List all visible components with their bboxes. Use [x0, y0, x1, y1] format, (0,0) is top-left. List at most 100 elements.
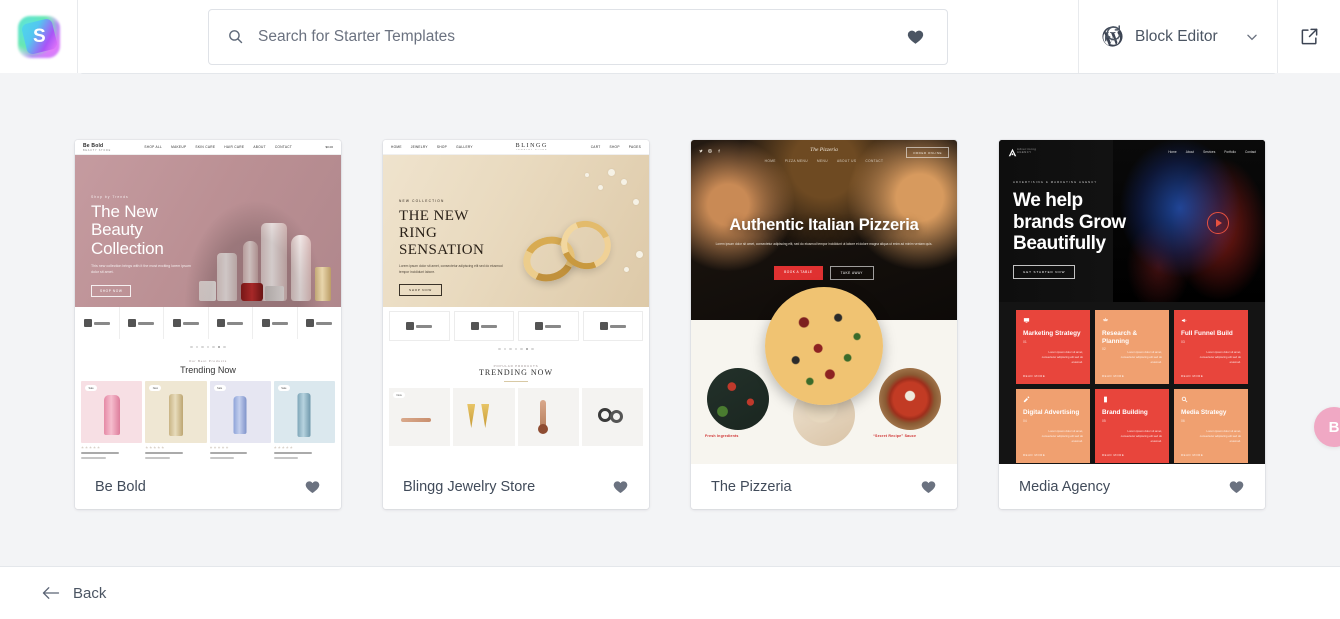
facebook-icon	[718, 149, 720, 153]
mini-product-image	[581, 388, 643, 446]
refresh-sync-button[interactable]	[1103, 24, 1122, 43]
open-external-button[interactable]	[1278, 0, 1340, 73]
mini-nav-item: SHOP	[436, 145, 448, 149]
mini-trending-section: POPULAR PRODUCTS TRENDING NOW	[383, 357, 649, 382]
mini-nav-item: About	[1185, 150, 1195, 154]
mini-logo	[253, 307, 298, 339]
mini-primary-button: BOOK A TABLE	[774, 266, 823, 280]
mini-service-number: 01	[1023, 339, 1027, 344]
logo-letter: S	[32, 25, 46, 47]
mini-product-bottle	[217, 253, 237, 301]
favorite-heart-icon[interactable]	[304, 479, 321, 495]
chevron-down-icon	[1247, 34, 1257, 40]
mini-service-tile: Brand Building 05 Lorem ipsum dolor sit …	[1095, 389, 1169, 463]
mini-hero-sub: Lorem ipsum dolor sit amet, consectetur …	[715, 242, 933, 246]
mini-navbar: The Pizzeria HOME PIZZA MENU MENU ABOUT …	[691, 140, 957, 170]
mini-site-media-agency: Advertising AGENCY Home About Services P…	[999, 140, 1265, 464]
mini-product-name	[209, 451, 248, 455]
mini-logo	[389, 311, 450, 341]
mini-service-more: READ MORE	[1023, 374, 1046, 378]
template-title: Blingg Jewelry Store	[403, 478, 536, 495]
mini-service-tile: Media Strategy 06 Lorem ipsum dolor sit …	[1174, 389, 1248, 463]
mini-product-image: Sale	[273, 381, 335, 443]
template-card-blingg-jewelry-store[interactable]: HOME JEWELRY SHOP GALLERY BLINGG JEWELRY…	[383, 140, 649, 509]
mini-feature-caption: Fresh Ingredients	[705, 434, 739, 438]
mini-service-more: READ MORE	[1023, 453, 1046, 457]
mini-product-name	[145, 451, 184, 455]
edge-help-bubble[interactable]: B	[1314, 407, 1340, 447]
mini-hero-eyebrow: Shop by Trends	[91, 195, 129, 199]
mini-service-tile: Marketing Strategy 01 Lorem ipsum dolor …	[1016, 310, 1090, 384]
mini-product: Sale	[209, 381, 271, 460]
favorites-heart-button[interactable]	[906, 28, 925, 46]
card-footer: Be Bold	[75, 464, 341, 509]
mini-product-tag: Sale	[277, 385, 290, 391]
heart-icon	[907, 30, 924, 44]
mini-brand-sub: JEWELRY STORE	[516, 149, 548, 151]
mini-product-image	[453, 388, 515, 446]
mini-hero-copy: NEW COLLECTION THE NEW RING SENSATION Lo…	[399, 199, 509, 296]
mini-product-row: Sale New Sale Sale	[75, 375, 341, 460]
mini-product-tag: Sale	[213, 385, 226, 391]
mini-nav-item: CONTACT	[274, 145, 293, 149]
mini-service-title: Full Funnel Build	[1181, 330, 1233, 337]
mini-product-bottle	[243, 241, 258, 301]
template-card-media-agency[interactable]: Advertising AGENCY Home About Services P…	[999, 140, 1265, 509]
mini-carousel-dots	[383, 341, 649, 357]
mini-nav-item: Services	[1203, 150, 1216, 154]
favorite-heart-icon[interactable]	[920, 479, 937, 495]
mini-nav-links: Home About Services Portfolio Contact	[1168, 150, 1256, 154]
target-icon	[1103, 317, 1108, 322]
edge-bubble-label: B	[1328, 418, 1340, 436]
mini-service-tile: Digital Advertising 04 Lorem ipsum dolor…	[1016, 389, 1090, 463]
mini-product-tag: New	[393, 392, 406, 398]
mini-product: Sale	[81, 381, 143, 460]
mini-brand-sub: AGENCY	[1017, 151, 1032, 154]
search-input[interactable]	[258, 27, 892, 46]
mini-product-price	[209, 456, 234, 460]
mini-logo	[209, 307, 253, 339]
mini-service-body: Lorem ipsum dolor sit amet, consectetur …	[1199, 429, 1241, 444]
favorite-heart-icon[interactable]	[1228, 479, 1245, 495]
template-card-the-pizzeria[interactable]: The Pizzeria HOME PIZZA MENU MENU ABOUT …	[691, 140, 957, 509]
template-preview-be-bold: Be Bold BEAUTY STORE SHOP ALL MAKEUP SKI…	[75, 140, 341, 464]
mini-logo-strip	[75, 307, 341, 339]
mini-service-body: Lorem ipsum dolor sit amet, consectetur …	[1199, 350, 1241, 365]
mini-feature-image	[707, 368, 769, 430]
mini-hero-button: GET STARTED NOW	[1013, 264, 1076, 279]
mini-hero-eyebrow: NEW COLLECTION	[399, 199, 445, 203]
mini-nav-item: HAIR CARE	[224, 145, 245, 149]
mini-cart-total: $0.00	[325, 145, 333, 149]
play-circle-icon	[1207, 212, 1229, 234]
megaphone-icon	[1181, 318, 1187, 323]
search-box[interactable]	[208, 8, 948, 65]
mini-nav-links: HOME JEWELRY SHOP GALLERY	[391, 145, 473, 149]
agency-logo-icon	[1008, 148, 1017, 156]
mini-logo	[453, 311, 514, 341]
mini-logo	[518, 311, 579, 341]
mini-product-price	[273, 456, 299, 460]
logo-square: S	[20, 17, 58, 55]
mini-nav-item: HOME	[764, 159, 776, 163]
template-card-be-bold[interactable]: Be Bold BEAUTY STORE SHOP ALL MAKEUP SKI…	[75, 140, 341, 509]
template-preview-media-agency: Advertising AGENCY Home About Services P…	[999, 140, 1265, 464]
mini-product-image: Sale	[209, 381, 271, 443]
back-button[interactable]: Back	[36, 581, 112, 606]
mini-brand: Advertising AGENCY	[1017, 148, 1036, 155]
mini-nav-item: PAGES	[628, 145, 641, 149]
mini-nav-item: GALLERY	[456, 145, 473, 149]
app-footer: Back	[0, 566, 1340, 619]
favorite-heart-icon[interactable]	[612, 479, 629, 495]
mini-nav-item: ABOUT	[253, 145, 266, 149]
mini-service-body: Lorem ipsum dolor sit amet, consectetur …	[1120, 429, 1162, 444]
mini-carousel-dots	[75, 339, 341, 355]
mini-product-tag: New	[149, 385, 162, 391]
template-title: Media Agency	[1019, 478, 1111, 495]
logo-cell[interactable]: S	[0, 0, 78, 73]
mini-hero-button: SHOP NOW	[91, 284, 132, 297]
monitor-icon	[1023, 318, 1030, 323]
mini-trending-eyebrow: Our Best Products	[188, 359, 228, 363]
mini-product-jar	[241, 283, 263, 301]
mini-hero-heading: THE NEW RING SENSATION	[399, 208, 485, 258]
mini-trending-heading: Trending Now	[180, 365, 236, 375]
